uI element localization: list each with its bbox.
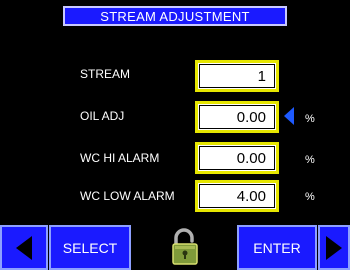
select-button[interactable]: SELECT [49, 225, 131, 270]
padlock-unlocked-icon[interactable] [171, 228, 199, 266]
selector-arrow-icon [284, 107, 294, 125]
oil-adj-unit: % [305, 113, 315, 125]
select-button-label: SELECT [62, 239, 118, 256]
next-button[interactable] [318, 225, 350, 270]
oil-adj-field[interactable]: 0.00 [195, 101, 279, 133]
wc-low-alarm-field[interactable]: 4.00 [195, 180, 279, 212]
title-bar: STREAM ADJUSTMENT [63, 6, 287, 26]
enter-button[interactable]: ENTER [237, 225, 317, 270]
page-title: STREAM ADJUSTMENT [100, 8, 250, 24]
right-arrow-icon [326, 235, 342, 260]
stream-field[interactable]: 1 [195, 60, 279, 92]
wc-low-alarm-label: WC LOW ALARM [80, 189, 175, 203]
wc-hi-alarm-unit: % [305, 154, 315, 166]
prev-button[interactable] [0, 225, 48, 270]
stream-label: STREAM [80, 67, 131, 81]
oil-adj-label: OIL ADJ [80, 109, 125, 123]
wc-low-alarm-unit: % [305, 191, 315, 203]
wc-hi-alarm-field[interactable]: 0.00 [195, 142, 279, 174]
left-arrow-icon [16, 235, 32, 260]
hmi-screen: STREAM ADJUSTMENT STREAM 1 OIL ADJ 0.00 … [0, 0, 350, 270]
enter-button-label: ENTER [253, 239, 301, 256]
wc-hi-alarm-label: WC HI ALARM [80, 151, 160, 165]
